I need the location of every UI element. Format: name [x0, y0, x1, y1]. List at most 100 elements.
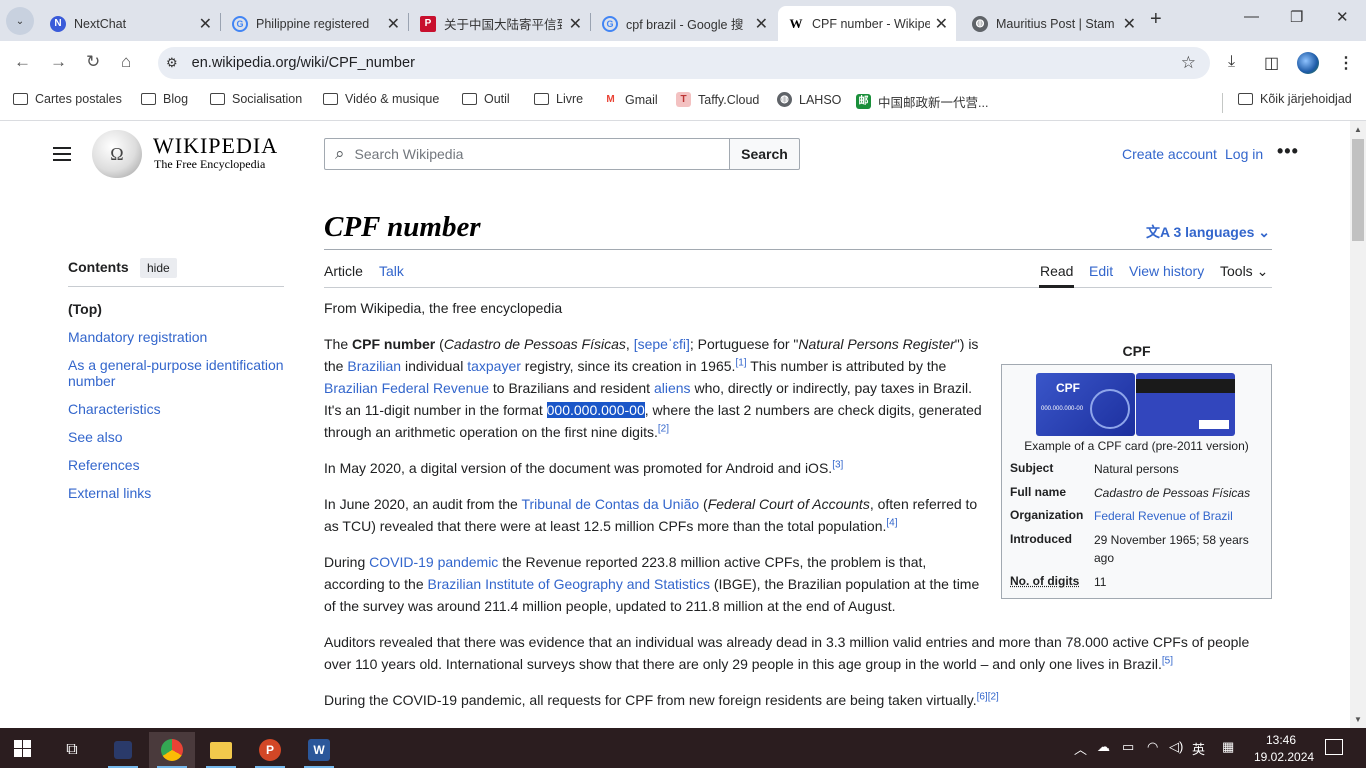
close-icon[interactable]: ✕ [755, 14, 768, 34]
volume-icon[interactable]: ◁) [1169, 739, 1183, 755]
bookmark-livre[interactable]: Livre [534, 92, 583, 106]
restore-icon[interactable]: ❐ [1290, 8, 1303, 26]
search-field[interactable]: ⌕ [324, 138, 730, 170]
reload-icon[interactable]: ↻ [86, 52, 100, 72]
tab-cpf-google[interactable]: G cpf brazil - Google 搜 ✕ [592, 6, 776, 41]
main-menu-icon[interactable] [53, 147, 71, 161]
link-covid-19[interactable]: COVID-19 pandemic [369, 554, 498, 570]
link-tcu[interactable]: Tribunal de Contas da União [521, 496, 699, 512]
battery-icon[interactable]: ▭ [1122, 739, 1134, 755]
link-federal-revenue[interactable]: Brazilian Federal Revenue [324, 380, 489, 396]
taskbar-app-chrome[interactable] [149, 732, 195, 768]
citation-link[interactable]: [1] [735, 357, 746, 368]
clock-date[interactable]: 19.02.2024 [1254, 750, 1314, 764]
toc-item-characteristics[interactable]: Characteristics [68, 401, 293, 417]
close-icon[interactable]: ✕ [935, 14, 948, 34]
bookmark-socialisation[interactable]: Socialisation [210, 92, 302, 106]
taskbar-app-word[interactable]: W [296, 732, 342, 768]
link-brazilian[interactable]: Brazilian [347, 358, 401, 374]
cpf-card-front-image[interactable]: CPF 000.000.000-00 [1036, 373, 1135, 436]
bookmark-video-musique[interactable]: Vidéo & musique [323, 92, 439, 106]
clock-time[interactable]: 13:46 [1266, 733, 1296, 747]
ipa-link[interactable]: [sepeˈɛfi] [634, 336, 690, 352]
tab-cpf-wikipedia[interactable]: W CPF number - Wikipe ✕ [778, 6, 956, 41]
tab-mauritius-post[interactable]: ◍ Mauritius Post | Stamp ✕ [962, 6, 1144, 41]
bookmark-china-post[interactable]: 邮中国邮政新一代营... [856, 92, 988, 111]
bookmark-blog[interactable]: Blog [141, 92, 188, 106]
languages-button[interactable]: 文A 3 languages ⌄ [1146, 222, 1270, 242]
side-panel-icon[interactable]: ◫ [1264, 53, 1279, 73]
link-ibge[interactable]: Brazilian Institute of Geography and Sta… [428, 576, 710, 592]
tab-chinese-post[interactable]: P 关于中国大陆寄平信到 ✕ [410, 6, 590, 41]
scroll-down-icon[interactable]: ▼ [1354, 715, 1362, 724]
window-close-icon[interactable]: ✕ [1336, 8, 1349, 26]
infobox-link-organization[interactable]: Federal Revenue of Brazil [1094, 507, 1264, 525]
infobox-label-digits[interactable]: No. of digits [1010, 574, 1079, 588]
close-icon[interactable]: ✕ [387, 14, 400, 34]
bookmark-all-bookmarks[interactable]: Kõik järjehoidjad [1238, 92, 1352, 106]
bookmark-cartes-postales[interactable]: Cartes postales [13, 92, 122, 106]
search-button[interactable]: Search [729, 138, 800, 170]
citation-link[interactable]: [5] [1162, 655, 1173, 666]
create-account-link[interactable]: Create account [1122, 146, 1217, 162]
log-in-link[interactable]: Log in [1225, 146, 1263, 162]
new-tab-plus-icon[interactable]: + [1150, 8, 1162, 31]
tools-dropdown[interactable]: Tools ⌄ [1220, 263, 1268, 280]
bookmark-lahso[interactable]: ◍ LAHSO [777, 92, 841, 107]
forward-arrow-icon[interactable]: → [50, 52, 67, 72]
citation-link[interactable]: [3] [832, 459, 843, 470]
close-icon[interactable]: ✕ [199, 14, 212, 34]
minimize-icon[interactable]: — [1244, 8, 1259, 25]
browser-menu-icon[interactable]: ⋮ [1338, 53, 1354, 73]
taskbar-app-game[interactable] [100, 732, 146, 768]
taskbar-app-powerpoint[interactable]: P [247, 732, 293, 768]
taskbar-app-explorer[interactable] [198, 732, 244, 768]
more-options-icon[interactable]: ••• [1277, 141, 1299, 162]
cpf-card-back-image[interactable] [1136, 373, 1235, 436]
tab-talk[interactable]: Talk [379, 263, 404, 279]
scroll-thumb[interactable] [1352, 139, 1364, 241]
tab-nextchat[interactable]: N NextChat ✕ [40, 6, 220, 41]
onedrive-cloud-icon[interactable]: ☁ [1097, 739, 1110, 755]
notification-icon[interactable] [1325, 739, 1343, 755]
toc-item-top[interactable]: (Top) [68, 301, 293, 317]
toc-item-general-purpose-id[interactable]: As a general-purpose identification numb… [68, 357, 293, 389]
toc-item-references[interactable]: References [68, 457, 293, 473]
scroll-up-icon[interactable]: ▲ [1354, 125, 1362, 134]
link-aliens[interactable]: aliens [654, 380, 691, 396]
tray-chevron-up-icon[interactable]: ︿ [1074, 739, 1087, 758]
toc-item-mandatory-registration[interactable]: Mandatory registration [68, 329, 293, 345]
citation-link[interactable]: [2] [988, 691, 999, 702]
search-input[interactable] [354, 146, 705, 162]
tab-edit[interactable]: Edit [1089, 263, 1113, 279]
bookmark-outil[interactable]: Outil [462, 92, 510, 106]
citation-link[interactable]: [4] [886, 517, 897, 528]
tab-read[interactable]: Read [1040, 263, 1073, 279]
back-arrow-icon[interactable]: ← [14, 52, 31, 72]
close-icon[interactable]: ✕ [569, 14, 582, 34]
tab-article[interactable]: Article [324, 263, 363, 279]
toc-hide-button[interactable]: hide [140, 258, 177, 278]
tab-search-button[interactable]: ⌄ [6, 7, 34, 35]
tab-philippine[interactable]: G Philippine registered ✕ [222, 6, 408, 41]
wifi-icon[interactable]: ◠ [1147, 739, 1158, 755]
home-icon[interactable]: ⌂ [121, 52, 131, 72]
wikipedia-globe-logo[interactable]: Ω [92, 130, 142, 178]
close-icon[interactable]: ✕ [1123, 14, 1136, 34]
address-bar[interactable]: ⚙ en.wikipedia.org/wiki/CPF_number ☆ [158, 47, 1210, 79]
link-taxpayer[interactable]: taxpayer [467, 358, 521, 374]
bookmark-taffy-cloud[interactable]: T Taffy.Cloud [676, 92, 759, 107]
toc-item-see-also[interactable]: See also [68, 429, 293, 445]
citation-link[interactable]: [2] [658, 423, 669, 434]
ime-indicator[interactable]: 英 [1192, 739, 1205, 758]
bookmark-star-icon[interactable]: ☆ [1181, 53, 1196, 73]
task-view-button[interactable]: ⧉ [49, 732, 95, 768]
windows-start-icon[interactable] [14, 740, 31, 757]
address-url[interactable]: en.wikipedia.org/wiki/CPF_number [192, 55, 415, 71]
citation-link[interactable]: [6] [977, 691, 988, 702]
profile-avatar[interactable] [1297, 52, 1319, 74]
tab-view-history[interactable]: View history [1129, 263, 1204, 279]
bookmark-gmail[interactable]: M Gmail [603, 92, 657, 107]
toc-item-external-links[interactable]: External links [68, 485, 293, 501]
ime-mode-icon[interactable]: ▦ [1222, 739, 1234, 755]
